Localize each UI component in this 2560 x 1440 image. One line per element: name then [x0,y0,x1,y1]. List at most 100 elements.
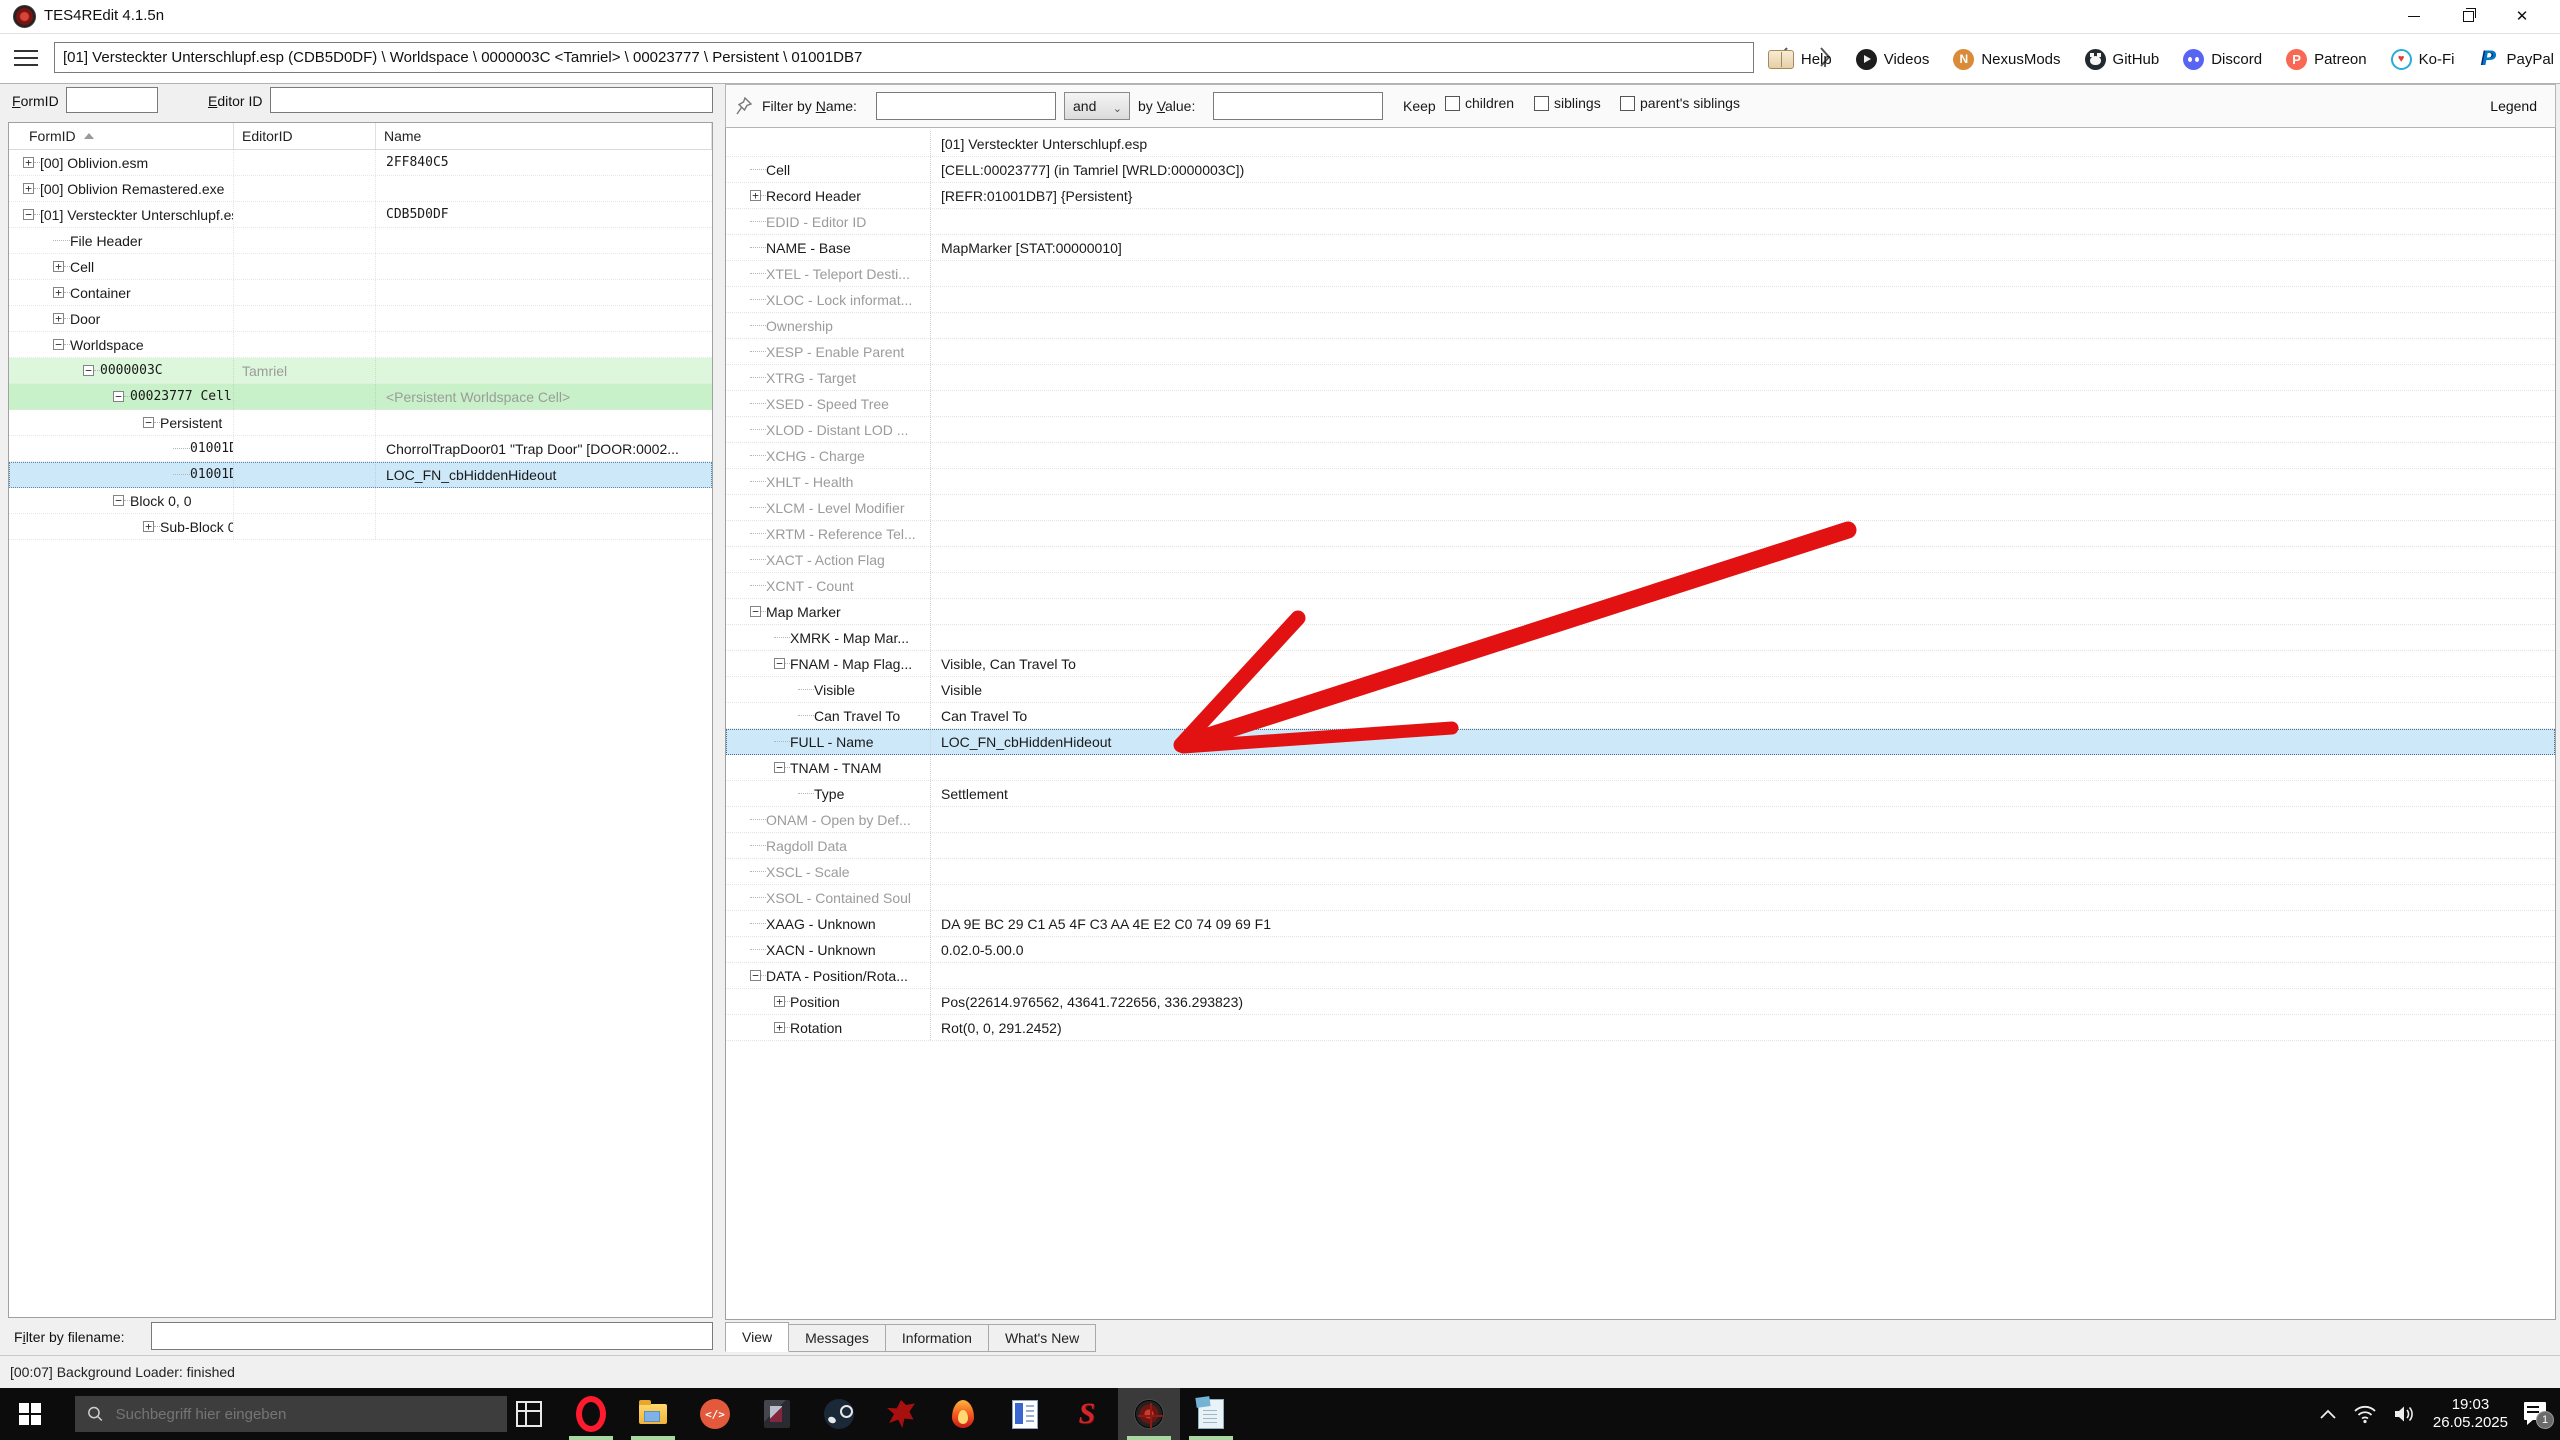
record-row[interactable]: +Record Header[REFR:01001DB7] {Persisten… [726,183,2555,209]
tab-view[interactable]: View [725,1322,789,1352]
record-row[interactable]: XCNT - Count [726,573,2555,599]
collapse-icon[interactable]: − [774,658,785,669]
taskbar-clock[interactable]: 19:03 26.05.2025 [2433,1396,2508,1432]
record-row[interactable]: −FNAM - Map Flag...Visible, Can Travel T… [726,651,2555,677]
taskbar-app-file-explorer[interactable] [622,1388,684,1440]
collapse-icon[interactable]: − [143,417,154,428]
expand-icon[interactable]: + [53,313,64,324]
column-header-formid[interactable]: FormID [9,123,234,149]
collapse-icon[interactable]: − [750,970,761,981]
tree-row[interactable]: +Cell [9,254,712,280]
record-row[interactable]: Can Travel ToCan Travel To [726,703,2555,729]
volume-icon[interactable] [2393,1404,2417,1424]
record-row[interactable]: TypeSettlement [726,781,2555,807]
record-row[interactable]: NAME - BaseMapMarker [STAT:00000010] [726,235,2555,261]
tree-row[interactable]: −0000003CTamriel [9,358,712,384]
taskbar-app-blue-doc[interactable] [994,1388,1056,1440]
record-row[interactable]: −DATA - Position/Rota... [726,963,2555,989]
toolbar-link-videos[interactable]: Videos [1856,49,1930,70]
collapse-icon[interactable]: − [113,391,124,402]
record-row[interactable]: XHLT - Health [726,469,2555,495]
record-row[interactable]: EDID - Editor ID [726,209,2555,235]
tree-row[interactable]: +[00] Oblivion Remastered.exe [9,176,712,202]
wifi-icon[interactable] [2353,1404,2377,1424]
record-row[interactable]: XSOL - Contained Soul [726,885,2555,911]
record-row[interactable]: XLCM - Level Modifier [726,495,2555,521]
toolbar-link-patreon[interactable]: PPatreon [2286,49,2367,70]
record-row[interactable]: Ragdoll Data [726,833,2555,859]
start-button[interactable] [0,1388,60,1440]
tree-row[interactable]: −[01] Versteckter Unterschlupf.espCDB5D0… [9,202,712,228]
column-header-editorid[interactable]: EditorID [234,123,376,149]
keep-children-checkbox[interactable]: children [1445,95,1514,111]
tree-row[interactable]: −Worldspace [9,332,712,358]
taskbar-app-opera[interactable] [560,1388,622,1440]
record-row[interactable]: −Map Marker [726,599,2555,625]
restore-button[interactable] [2445,0,2491,32]
record-row[interactable]: XRTM - Reference Tel... [726,521,2555,547]
filter-by-value-input[interactable] [1213,92,1383,120]
record-header-row[interactable]: [01] Versteckter Unterschlupf.esp [726,131,2555,157]
breadcrumb[interactable] [54,42,1754,73]
column-header-name[interactable]: Name [376,123,712,149]
filter-by-name-input[interactable] [876,92,1056,120]
pin-icon[interactable] [735,96,753,119]
collapse-icon[interactable]: − [774,762,785,773]
taskbar-app-creature[interactable] [870,1388,932,1440]
tree-row[interactable]: 01001D95 Placed ObjectChorrolTrapDoor01 … [9,436,712,462]
tree-row[interactable]: +Sub-Block 0, 1 [9,514,712,540]
tree-row[interactable]: +Container [9,280,712,306]
taskbar-search[interactable] [75,1396,507,1432]
tab-information[interactable]: Information [886,1324,989,1352]
record-row[interactable]: XSCL - Scale [726,859,2555,885]
collapse-icon[interactable]: − [23,209,34,220]
tree-row[interactable]: 01001DB7 Placed ObjectLOC_FN_cbHiddenHid… [9,462,712,488]
expand-icon[interactable]: + [23,157,34,168]
toolbar-link-help[interactable]: Help [1768,50,1832,69]
record-row[interactable]: Ownership [726,313,2555,339]
taskbar-app-task-view[interactable] [498,1388,560,1440]
tab-messages[interactable]: Messages [789,1324,886,1352]
toolbar-link-ko-fi[interactable]: ♥Ko-Fi [2391,49,2455,70]
taskbar-app-dark-app[interactable] [746,1388,808,1440]
taskbar-app-flame[interactable] [932,1388,994,1440]
toolbar-link-paypal[interactable]: PPayPal [2478,49,2554,70]
tree-row[interactable]: +[00] Oblivion.esm2FF840C5 [9,150,712,176]
record-row[interactable]: XESP - Enable Parent [726,339,2555,365]
expand-icon[interactable]: + [23,183,34,194]
expand-icon[interactable]: + [774,1022,785,1033]
filename-filter-input[interactable] [151,1322,713,1350]
toolbar-link-nexusmods[interactable]: NNexusMods [1953,49,2060,70]
taskbar-app-code[interactable]: </> [684,1388,746,1440]
record-row[interactable]: XACT - Action Flag [726,547,2555,573]
collapse-icon[interactable]: − [53,339,64,350]
keep-siblings-checkbox[interactable]: siblings [1534,95,1601,111]
taskbar-app-tes4edit[interactable] [1118,1388,1180,1440]
filter-operator-select[interactable]: and ⌄ [1064,92,1130,120]
toolbar-link-github[interactable]: GitHub [2085,49,2160,70]
record-row[interactable]: VisibleVisible [726,677,2555,703]
record-row[interactable]: XACN - Unknown0.02.0-5.00.0 [726,937,2555,963]
tree-row[interactable]: −Block 0, 0 [9,488,712,514]
legend-button[interactable]: Legend [2490,98,2537,114]
record-row[interactable]: XLOD - Distant LOD ... [726,417,2555,443]
record-row[interactable]: XTRG - Target [726,365,2555,391]
editor-id-input[interactable] [270,87,713,113]
taskbar-app-red-s[interactable]: S [1056,1388,1118,1440]
formid-input[interactable] [66,87,158,113]
tree-row[interactable]: +Door [9,306,712,332]
close-button[interactable]: ✕ [2499,0,2545,32]
collapse-icon[interactable]: − [750,606,761,617]
expand-icon[interactable]: + [143,521,154,532]
minimize-button[interactable] [2391,0,2437,32]
record-row[interactable]: ONAM - Open by Def... [726,807,2555,833]
tree-row[interactable]: −00023777 Cell<Persistent Worldspace Cel… [9,384,712,410]
taskbar-app-steam[interactable] [808,1388,870,1440]
record-row[interactable]: Cell[CELL:00023777] (in Tamriel [WRLD:00… [726,157,2555,183]
keep-parents-siblings-checkbox[interactable]: parent's siblings [1620,95,1740,111]
taskbar-app-notepad[interactable] [1180,1388,1242,1440]
expand-icon[interactable]: + [774,996,785,1007]
record-row[interactable]: XMRK - Map Mar... [726,625,2555,651]
tab-what-s-new[interactable]: What's New [989,1324,1096,1352]
tray-chevron-up-icon[interactable] [2319,1408,2337,1420]
